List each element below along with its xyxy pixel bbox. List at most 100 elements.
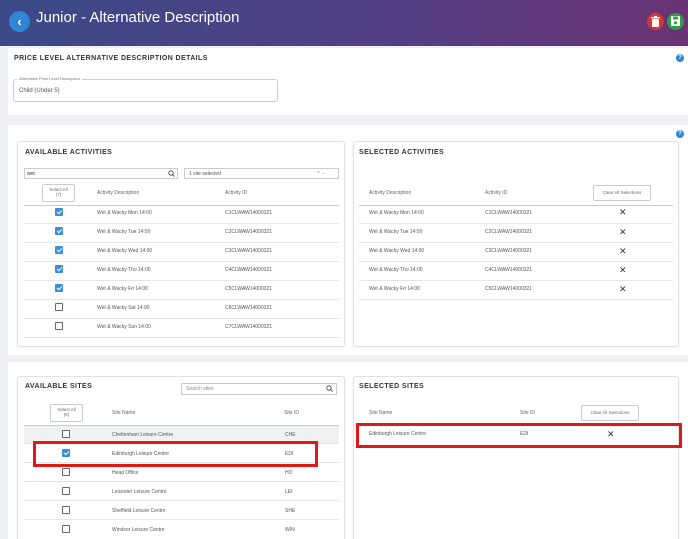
col-site-id: Site ID bbox=[284, 410, 300, 416]
save-icon bbox=[671, 16, 680, 26]
select-all-count: (6) bbox=[63, 412, 70, 417]
back-button[interactable]: ‹ bbox=[9, 11, 30, 32]
activity-id: C5CLWAW14000321 bbox=[485, 286, 533, 292]
available-activities-title: AVAILABLE ACTIVITIES bbox=[25, 149, 113, 156]
app-header: ‹ Junior - Alternative Description bbox=[0, 0, 688, 46]
close-icon[interactable]: ✕ bbox=[619, 266, 627, 275]
activity-id: C1CLWAW14000321 bbox=[485, 210, 533, 216]
close-icon[interactable]: ✕ bbox=[619, 247, 627, 256]
page-title: Junior - Alternative Description bbox=[36, 9, 240, 26]
activity-checkbox[interactable] bbox=[55, 208, 63, 216]
select-all-activities-button[interactable]: Select All (7) bbox=[42, 184, 75, 202]
divider bbox=[24, 261, 339, 262]
activity-description: Wet & Wacky Fri 14:00 bbox=[97, 286, 148, 292]
col-activity-description: Activity Description bbox=[369, 190, 412, 196]
col-activity-id: Activity ID bbox=[225, 190, 248, 196]
activity-checkbox[interactable] bbox=[55, 265, 63, 273]
activity-checkbox[interactable] bbox=[55, 284, 63, 292]
site-filter-value: 1 site selected bbox=[189, 171, 221, 177]
activity-description: Wet & Wacky Tue 14:00 bbox=[97, 229, 151, 235]
site-name: Leicester Leisure Centre bbox=[112, 489, 167, 495]
select-all-count: (7) bbox=[55, 192, 62, 197]
site-name: Windsor Leisure Centre bbox=[112, 527, 165, 533]
divider bbox=[359, 261, 673, 262]
activity-id: C2CLWAW14000321 bbox=[225, 229, 273, 235]
activity-id: C4CLWAW14000321 bbox=[485, 267, 533, 273]
activity-description: Wet & Wacky Wed 14:00 bbox=[97, 248, 153, 254]
site-name: Head Office bbox=[112, 470, 139, 476]
close-icon[interactable]: ✕ bbox=[619, 228, 627, 237]
close-icon[interactable]: ✕ bbox=[619, 208, 627, 217]
activity-description: Wet & Wacky Mon 14:00 bbox=[369, 210, 424, 216]
activity-checkbox[interactable] bbox=[55, 227, 63, 235]
selected-sites-panel bbox=[353, 376, 679, 539]
activity-description: Wet & Wacky Thu 14:00 bbox=[369, 267, 423, 273]
divider bbox=[359, 205, 673, 206]
site-id: CHE bbox=[285, 432, 296, 438]
divider bbox=[24, 242, 339, 243]
activity-description: Wet & Wacky Tue 14:00 bbox=[369, 229, 423, 235]
site-checkbox[interactable] bbox=[62, 487, 70, 495]
selected-activities-panel bbox=[353, 141, 679, 347]
highlight-box bbox=[33, 441, 318, 467]
divider bbox=[24, 205, 339, 206]
highlight-box bbox=[356, 423, 682, 448]
activity-id: C6CLWAW14000321 bbox=[225, 305, 273, 311]
save-button[interactable] bbox=[667, 13, 684, 30]
activity-id: C3CLWAW14000321 bbox=[485, 248, 533, 254]
clear-filter-icon[interactable]: × ⌄ bbox=[317, 170, 326, 176]
divider bbox=[24, 481, 339, 482]
activity-id: C7CLWAW14000321 bbox=[225, 324, 273, 330]
activity-checkbox[interactable] bbox=[55, 246, 63, 254]
divider bbox=[24, 500, 339, 501]
clear-activity-selections-button[interactable]: Clear All Selections bbox=[593, 185, 651, 201]
selected-sites-title: SELECTED SITES bbox=[359, 383, 425, 390]
divider bbox=[359, 280, 673, 281]
site-name: Cheltenham Leisure Centre bbox=[112, 432, 174, 438]
col-activity-id: Activity ID bbox=[485, 190, 508, 196]
activity-search-input[interactable] bbox=[24, 168, 178, 179]
col-activity-description: Activity Description bbox=[97, 190, 140, 196]
delete-button[interactable] bbox=[647, 13, 664, 30]
search-icon[interactable] bbox=[168, 170, 175, 177]
divider bbox=[359, 242, 673, 243]
help-icon[interactable]: ? bbox=[676, 130, 684, 138]
activity-checkbox[interactable] bbox=[55, 322, 63, 330]
site-search-placeholder: Search sites bbox=[186, 386, 214, 392]
search-icon[interactable] bbox=[326, 385, 333, 392]
site-checkbox[interactable] bbox=[62, 430, 70, 438]
help-icon[interactable]: ? bbox=[676, 54, 684, 62]
available-sites-title: AVAILABLE SITES bbox=[25, 383, 93, 390]
divider bbox=[24, 280, 339, 281]
activity-id: C5CLWAW14000321 bbox=[225, 286, 273, 292]
divider bbox=[24, 337, 339, 338]
site-name: Sheffield Leisure Centre bbox=[112, 508, 166, 514]
col-site-name: Site Name bbox=[112, 410, 136, 416]
activity-description: Wet & Wacky Wed 14:00 bbox=[369, 248, 425, 254]
close-icon[interactable]: ✕ bbox=[619, 285, 627, 294]
activity-search-value: wet bbox=[27, 171, 35, 177]
site-id: LEI bbox=[285, 489, 293, 495]
selected-activities-title: SELECTED ACTIVITIES bbox=[359, 149, 445, 156]
field-value[interactable]: Child (Under 5) bbox=[19, 88, 60, 94]
divider bbox=[359, 223, 673, 224]
col-site-id: Site ID bbox=[520, 410, 536, 416]
site-id: HO bbox=[285, 470, 293, 476]
activity-description: Wet & Wacky Mon 14:00 bbox=[97, 210, 152, 216]
activity-description: Wet & Wacky Sat 14:00 bbox=[97, 305, 150, 311]
divider bbox=[24, 299, 339, 300]
activity-checkbox[interactable] bbox=[55, 303, 63, 311]
trash-icon bbox=[651, 16, 660, 27]
divider bbox=[24, 223, 339, 224]
activity-description: Wet & Wacky Thu 14:00 bbox=[97, 267, 151, 273]
site-checkbox[interactable] bbox=[62, 506, 70, 514]
activity-id: C2CLWAW14000321 bbox=[485, 229, 533, 235]
activity-id: C1CLWAW14000321 bbox=[225, 210, 273, 216]
clear-site-selections-button[interactable]: Clear All Selections bbox=[581, 405, 639, 421]
divider bbox=[359, 299, 673, 300]
site-id: WIN bbox=[285, 527, 295, 533]
col-site-name: Site Name bbox=[369, 410, 393, 416]
site-checkbox[interactable] bbox=[62, 468, 70, 476]
site-checkbox[interactable] bbox=[62, 525, 70, 533]
select-all-sites-button[interactable]: Select All (6) bbox=[50, 404, 83, 422]
